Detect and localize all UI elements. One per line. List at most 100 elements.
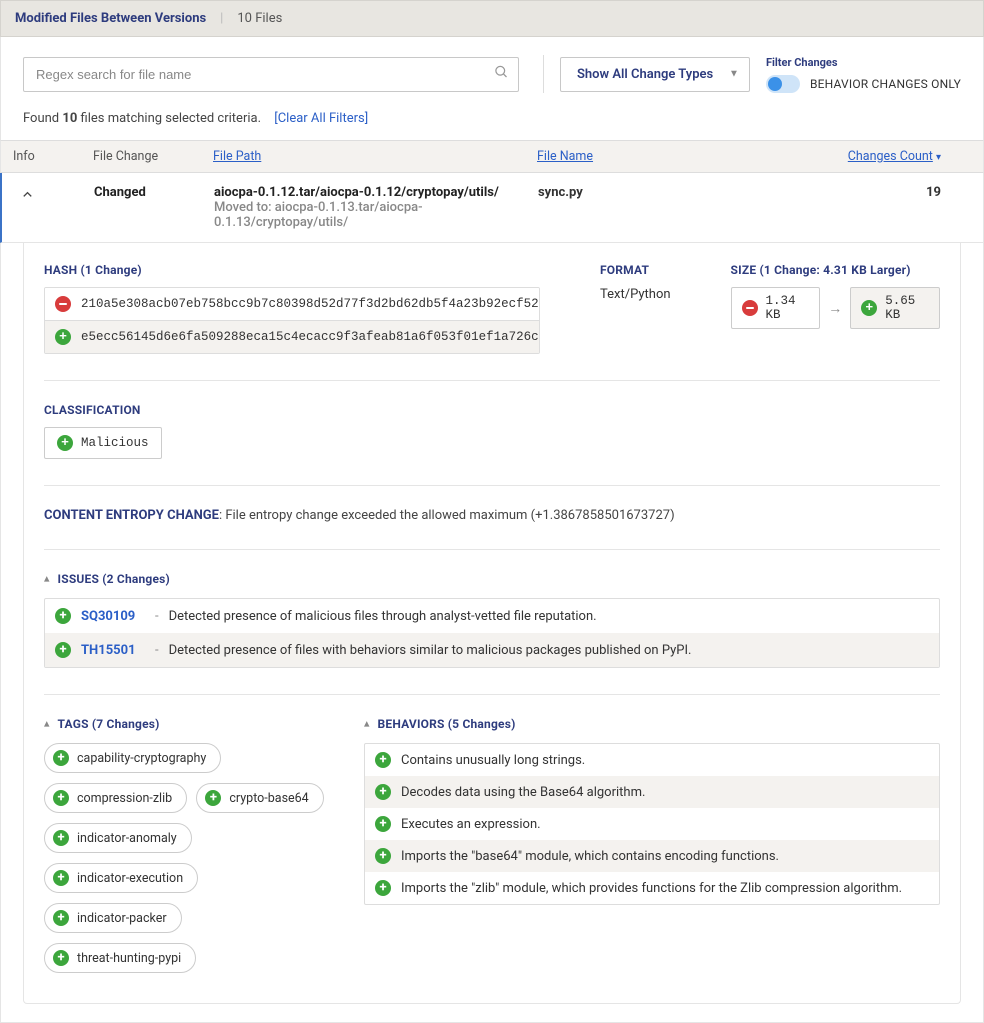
tag-pill[interactable]: crypto-base64 — [196, 783, 323, 813]
issue-id-link[interactable]: SQ30109 — [81, 609, 145, 624]
filter-label: Filter Changes — [766, 56, 961, 69]
th-changes-count[interactable]: Changes Count — [848, 149, 933, 164]
tags-title: TAGS (7 Changes) — [58, 717, 160, 731]
chevron-down-icon: ▼ — [729, 69, 739, 80]
behavior-row: Imports the "base64" module, which conta… — [365, 840, 939, 872]
format-section: FORMAT Text/Python — [600, 263, 671, 354]
cell-path: aiocpa-0.1.12.tar/aiocpa-0.1.12/cryptopa… — [214, 185, 538, 230]
minus-icon — [742, 300, 758, 316]
plus-icon — [55, 608, 71, 624]
behavior-row: Executes an expression. — [365, 808, 939, 840]
issue-row: SQ30109 - Detected presence of malicious… — [45, 599, 939, 633]
plus-icon — [53, 910, 69, 926]
size-new-value: 5.65 KB — [885, 294, 929, 322]
panel-title: Modified Files Between Versions — [15, 11, 206, 26]
found-count: 10 — [62, 111, 77, 126]
vertical-divider — [543, 55, 544, 93]
toggle-knob — [768, 77, 782, 91]
plus-icon — [55, 642, 71, 658]
table-row[interactable]: Changed aiocpa-0.1.12.tar/aiocpa-0.1.12/… — [0, 173, 984, 243]
plus-icon — [375, 880, 391, 896]
size-title: SIZE (1 Change: 4.31 KB Larger) — [731, 263, 940, 277]
tag-pill[interactable]: compression-zlib — [44, 783, 187, 813]
toggle-label: BEHAVIOR CHANGES ONLY — [810, 77, 961, 91]
format-title: FORMAT — [600, 263, 671, 277]
tag-pill[interactable]: indicator-execution — [44, 863, 198, 893]
issue-id-link[interactable]: TH15501 — [81, 643, 145, 658]
clear-filters-link[interactable]: [Clear All Filters] — [274, 111, 368, 126]
classification-value: Malicious — [81, 436, 149, 450]
issues-header[interactable]: ▾ ISSUES (2 Changes) — [44, 572, 940, 586]
search-input[interactable] — [23, 57, 519, 92]
filter-changes-section: Filter Changes BEHAVIOR CHANGES ONLY — [766, 56, 961, 93]
th-info: Info — [13, 149, 93, 164]
plus-icon — [375, 784, 391, 800]
change-type-dropdown[interactable]: Show All Change Types ▼ — [560, 57, 750, 92]
classification-box: Malicious — [44, 427, 162, 459]
toggle-row: BEHAVIOR CHANGES ONLY — [766, 75, 961, 93]
size-old: 1.34 KB — [731, 287, 821, 329]
plus-icon — [53, 870, 69, 886]
hash-section: HASH (1 Change) 210a5e308acb07eb758bcc9b… — [44, 263, 540, 354]
plus-icon — [861, 300, 877, 316]
plus-icon — [53, 950, 69, 966]
cell-change-type: Changed — [94, 185, 214, 200]
th-file-name[interactable]: File Name — [537, 149, 593, 164]
behavior-row: Imports the "zlib" module, which provide… — [365, 872, 939, 904]
path-moved: Moved to: aiocpa-0.1.13.tar/aiocpa-0.1.1… — [214, 200, 538, 230]
behaviors-header[interactable]: ▾ BEHAVIORS (5 Changes) — [364, 717, 940, 731]
cell-count: 19 — [828, 185, 971, 200]
tags-list: capability-cryptography compression-zlib… — [44, 743, 334, 983]
minus-icon — [55, 296, 71, 312]
behaviors-section: ▾ BEHAVIORS (5 Changes) Contains unusual… — [364, 717, 940, 983]
hash-old-value: 210a5e308acb07eb758bcc9b7c80398d52d77f3d… — [81, 297, 540, 311]
behaviors-title: BEHAVIORS (5 Changes) — [378, 717, 516, 731]
tag-pill[interactable]: capability-cryptography — [44, 743, 221, 773]
classification-title: CLASSIFICATION — [44, 403, 940, 417]
th-file-path[interactable]: File Path — [213, 149, 261, 164]
tag-pill[interactable]: threat-hunting-pypi — [44, 943, 196, 973]
plus-icon — [53, 790, 69, 806]
chevron-down-icon: ▾ — [936, 152, 941, 163]
controls-bar: Show All Change Types ▼ Filter Changes B… — [0, 37, 984, 105]
issues-list: SQ30109 - Detected presence of malicious… — [44, 598, 940, 668]
tags-section: ▾ TAGS (7 Changes) capability-cryptograp… — [44, 717, 334, 983]
plus-icon — [57, 435, 73, 451]
hash-old: 210a5e308acb07eb758bcc9b7c80398d52d77f3d… — [45, 288, 539, 321]
behaviors-list: Contains unusually long strings. Decodes… — [364, 743, 940, 905]
behavior-row: Contains unusually long strings. — [365, 744, 939, 776]
details-panel: HASH (1 Change) 210a5e308acb07eb758bcc9b… — [23, 243, 961, 1004]
th-file-change: File Change — [93, 149, 213, 164]
plus-icon — [53, 830, 69, 846]
dash: - — [155, 609, 159, 624]
behavior-toggle[interactable] — [766, 75, 800, 93]
panel-file-count: 10 Files — [237, 11, 282, 26]
plus-icon — [53, 750, 69, 766]
collapse-icon[interactable] — [14, 185, 94, 206]
plus-icon — [375, 848, 391, 864]
issue-row: TH15501 - Detected presence of files wit… — [45, 633, 939, 667]
found-prefix: Found — [23, 111, 62, 126]
size-row: 1.34 KB → 5.65 KB — [731, 287, 940, 329]
tags-header[interactable]: ▾ TAGS (7 Changes) — [44, 717, 334, 731]
arrow-right-icon: → — [828, 300, 842, 317]
hash-new: e5ecc56145d6e6fa509288eca15c4ecacc9f3afe… — [45, 321, 539, 353]
size-new: 5.65 KB — [850, 287, 940, 329]
panel-header: Modified Files Between Versions | 10 Fil… — [0, 0, 984, 37]
tag-pill[interactable]: indicator-packer — [44, 903, 182, 933]
entropy-text: : File entropy change exceeded the allow… — [219, 508, 675, 523]
size-old-value: 1.34 KB — [766, 294, 810, 322]
divider: | — [220, 11, 223, 26]
hash-box: 210a5e308acb07eb758bcc9b7c80398d52d77f3d… — [44, 287, 540, 354]
search-icon — [494, 65, 509, 84]
tag-pill[interactable]: indicator-anomaly — [44, 823, 192, 853]
plus-icon — [375, 752, 391, 768]
behavior-row: Decodes data using the Base64 algorithm. — [365, 776, 939, 808]
chevron-up-icon: ▾ — [364, 718, 370, 731]
hash-title: HASH (1 Change) — [44, 263, 540, 277]
found-suffix: files matching selected criteria. — [77, 111, 261, 126]
plus-icon — [55, 329, 71, 345]
hash-new-value: e5ecc56145d6e6fa509288eca15c4ecacc9f3afe… — [81, 330, 540, 344]
path-current: aiocpa-0.1.12.tar/aiocpa-0.1.12/cryptopa… — [214, 185, 538, 200]
format-value: Text/Python — [600, 287, 671, 302]
